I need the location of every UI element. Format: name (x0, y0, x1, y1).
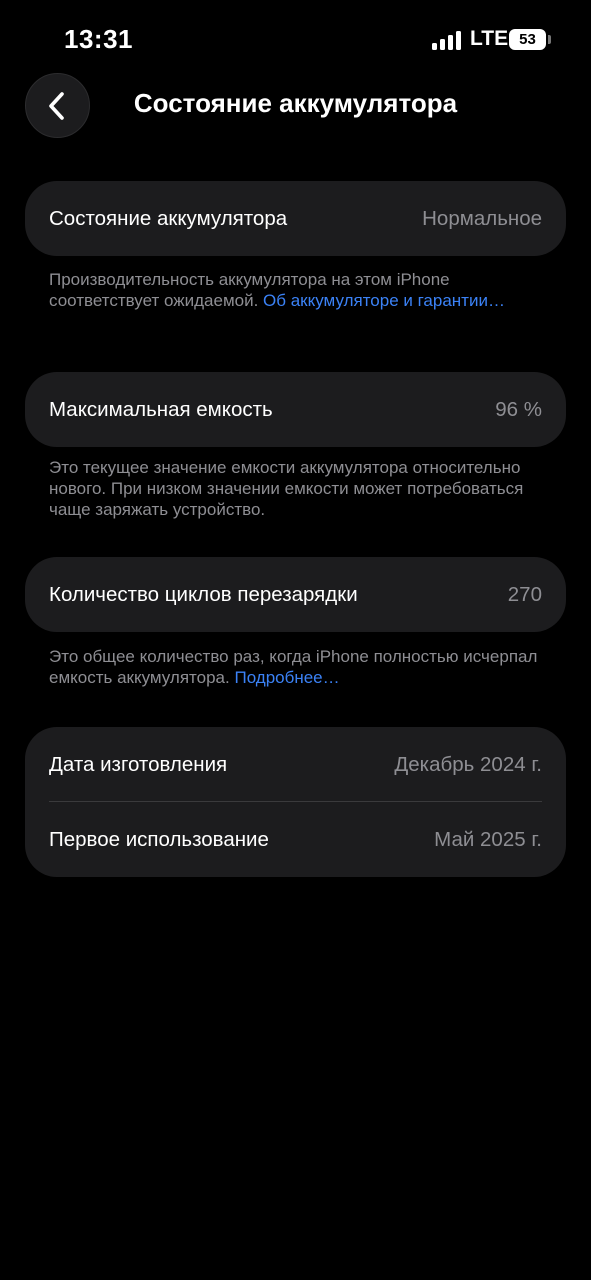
max-capacity-note: Это текущее значение емкости аккумулятор… (49, 457, 549, 520)
more-info-link[interactable]: Подробнее… (234, 668, 339, 687)
manufacture-date-label: Дата изготовления (49, 753, 228, 776)
battery-health-value: Нормальное (422, 207, 542, 230)
max-capacity-note-text: Это текущее значение емкости аккумулятор… (49, 458, 524, 519)
battery-tip-icon (548, 35, 551, 44)
battery-health-note: Производительность аккумулятора на этом … (49, 269, 549, 311)
manufacture-date-row: Дата изготовления Декабрь 2024 г. (25, 727, 566, 802)
battery-icon: 53 (509, 29, 546, 50)
cycle-count-value: 270 (507, 583, 542, 606)
battery-health-card: Состояние аккумулятора Нормальное (25, 181, 566, 256)
cellular-signal-icon (432, 30, 464, 50)
battery-warranty-link[interactable]: Об аккумуляторе и гарантии… (263, 291, 505, 310)
first-use-row: Первое использование Май 2025 г. (25, 802, 566, 877)
cycle-count-card: Количество циклов перезарядки 270 (25, 557, 566, 632)
cycle-count-row: Количество циклов перезарядки 270 (25, 557, 566, 632)
cycle-count-note: Это общее количество раз, когда iPhone п… (49, 646, 549, 688)
network-type: LTE (470, 27, 509, 50)
battery-health-label: Состояние аккумулятора (49, 207, 288, 230)
max-capacity-label: Максимальная емкость (49, 398, 273, 421)
max-capacity-value: 96 % (495, 398, 542, 421)
cycle-count-label: Количество циклов перезарядки (49, 583, 358, 606)
status-bar: 13:31 LTE 53 (0, 0, 591, 80)
first-use-label: Первое использование (49, 828, 269, 851)
battery-health-row: Состояние аккумулятора Нормальное (25, 181, 566, 256)
first-use-value: Май 2025 г. (434, 828, 542, 851)
max-capacity-card: Максимальная емкость 96 % (25, 372, 566, 447)
dates-card: Дата изготовления Декабрь 2024 г. Первое… (25, 727, 566, 877)
manufacture-date-value: Декабрь 2024 г. (394, 753, 542, 776)
max-capacity-row: Максимальная емкость 96 % (25, 372, 566, 447)
page-title: Состояние аккумулятора (133, 88, 458, 118)
status-time: 13:31 (64, 24, 133, 54)
